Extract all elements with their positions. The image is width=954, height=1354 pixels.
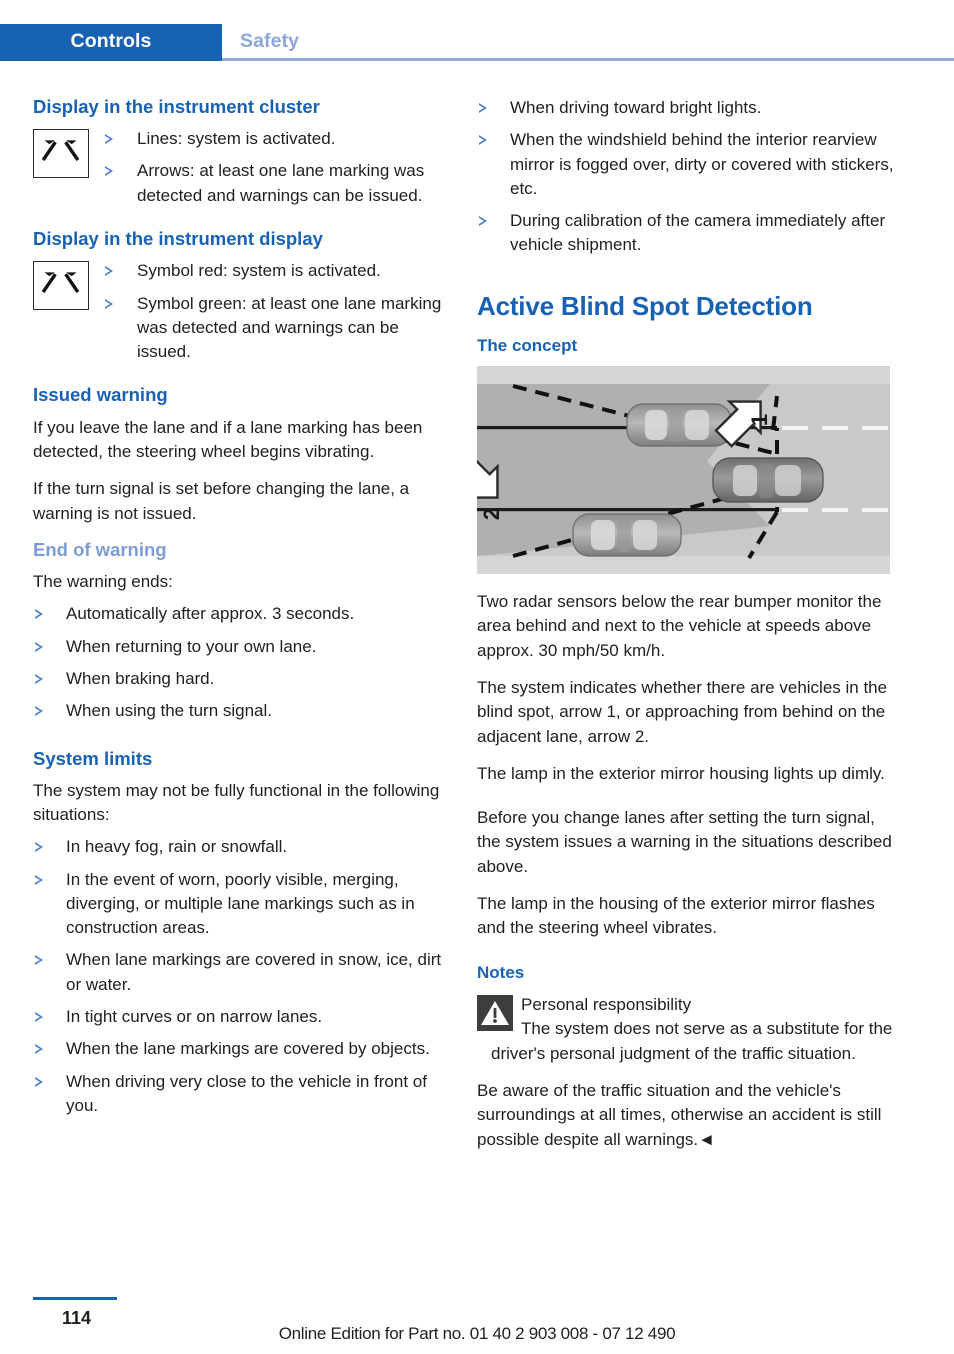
triangle-bullet-icon xyxy=(35,874,43,885)
list-item-text: Lines: system is activated. xyxy=(137,129,336,149)
list-item: When driving very close to the vehicle i… xyxy=(33,1070,453,1119)
lane-departure-symbol-icon xyxy=(33,129,89,179)
concept-paragraph-5: The lamp in the housing of the exterior … xyxy=(477,894,875,938)
instrument-display-icon-block: Symbol red: system is activated. Symbol … xyxy=(33,259,453,364)
list-item-text: Symbol red: system is activated. xyxy=(137,261,381,281)
triangle-bullet-icon xyxy=(35,1012,43,1023)
list-item: Arrows: at least one lane marking was de… xyxy=(99,159,453,208)
list-item: In heavy fog, rain or snowfall. xyxy=(33,835,453,859)
tab-controls-label: Controls xyxy=(70,29,152,52)
triangle-bullet-icon xyxy=(105,166,113,177)
triangle-bullet-icon xyxy=(35,955,43,966)
instrument-cluster-icon-block: Lines: system is activated. Arrows: at l… xyxy=(33,127,453,208)
list-item: When braking hard. xyxy=(33,667,453,691)
figure-callout-1: 1 xyxy=(747,414,772,426)
triangle-bullet-icon xyxy=(479,103,487,113)
tab-active-underline xyxy=(0,58,222,61)
tab-controls[interactable]: Controls xyxy=(0,24,222,60)
triangle-bullet-icon xyxy=(105,266,113,277)
footer-note: Online Edition for Part no. 01 40 2 903 … xyxy=(278,1324,676,1343)
tab-safety-label: Safety xyxy=(240,29,300,52)
heading-issued-warning: Issued warning xyxy=(33,384,168,406)
issued-warning-paragraph-1: If you leave the lane and if a lane mark… xyxy=(33,417,423,461)
triangle-bullet-icon xyxy=(479,135,487,146)
list-item: When driving toward bright lights. xyxy=(477,96,897,120)
list-item-text: When lane markings are covered in snow, … xyxy=(66,950,442,994)
left-column: Display in the instrument cluster Lines:… xyxy=(33,96,453,1131)
list-item-text: When returning to your own lane. xyxy=(66,636,317,656)
triangle-bullet-icon xyxy=(35,609,43,620)
figure-callout-2: 2 xyxy=(479,508,504,520)
list-item-text: When driving toward bright lights. xyxy=(510,98,762,117)
list-item: When the lane markings are covered by ob… xyxy=(33,1037,453,1061)
heading-the-concept: The concept xyxy=(477,335,578,355)
triangle-bullet-icon xyxy=(35,706,43,717)
list-item-text: When driving very close to the vehicle i… xyxy=(66,1071,427,1115)
instrument-cluster-bullets: Lines: system is activated. Arrows: at l… xyxy=(99,127,453,208)
heading-display-instrument-display: Display in the instrument display xyxy=(33,228,323,250)
heading-notes: Notes xyxy=(477,962,525,982)
footer-rule xyxy=(33,1297,117,1300)
lane-departure-symbol-icon xyxy=(33,261,89,311)
list-item: When the windshield behind the interior … xyxy=(477,128,897,201)
list-item: In the event of worn, poorly visible, me… xyxy=(33,868,453,941)
warning-triangle-icon xyxy=(477,995,513,1032)
list-item-text: During calibration of the camera immedia… xyxy=(510,211,886,255)
list-item-text: Symbol green: at least one lane marking … xyxy=(137,293,442,362)
triangle-bullet-icon xyxy=(35,673,43,684)
list-item: Lines: system is activated. xyxy=(99,127,453,151)
issued-warning-paragraph-2: If the turn signal is set before changin… xyxy=(33,479,410,523)
concept-paragraph-3: The lamp in the exterior mirror housing … xyxy=(477,763,885,783)
end-of-warning-intro: The warning ends: xyxy=(33,572,173,592)
right-column: When driving toward bright lights. When … xyxy=(477,96,897,1165)
list-item-text: Automatically after approx. 3 seconds. xyxy=(66,604,355,624)
triangle-bullet-icon xyxy=(35,842,43,853)
triangle-bullet-icon xyxy=(479,216,487,227)
chapter-tabbar: Controls Safety xyxy=(0,24,954,60)
system-limits-continued-bullets: When driving toward bright lights. When … xyxy=(477,96,897,258)
triangle-bullet-icon xyxy=(35,1076,43,1087)
blind-spot-detection-illustration: 1 2 xyxy=(477,366,890,575)
end-of-warning-bullets: Automatically after approx. 3 seconds. W… xyxy=(33,602,453,723)
list-item: When using the turn signal. xyxy=(33,699,453,723)
list-item-text: When using the turn signal. xyxy=(66,701,273,721)
list-item-text: When braking hard. xyxy=(66,668,215,688)
system-limits-bullets: In heavy fog, rain or snowfall. In the e… xyxy=(33,835,453,1118)
concept-paragraph-2: The system indicates whether there are v… xyxy=(477,677,888,746)
list-item-text: When the lane markings are covered by ob… xyxy=(66,1039,430,1059)
triangle-bullet-icon xyxy=(35,641,43,652)
concept-paragraph-1: Two radar sensors below the rear bumper … xyxy=(477,592,882,660)
list-item-text: In tight curves or on narrow lanes. xyxy=(66,1007,323,1027)
list-item: In tight curves or on narrow lanes. xyxy=(33,1005,453,1029)
instrument-display-bullets: Symbol red: system is activated. Symbol … xyxy=(99,259,453,364)
warning-body: The system does not serve as a substitut… xyxy=(491,1019,893,1063)
concept-paragraph-4: Before you change lanes after setting th… xyxy=(477,808,892,876)
warning-title: Personal responsibility xyxy=(521,995,692,1015)
list-item: When returning to your own lane. xyxy=(33,635,453,659)
heading-end-of-warning: End of warning xyxy=(33,538,167,560)
triangle-bullet-icon xyxy=(35,1044,43,1055)
warning-body-2: Be aware of the traffic situation and th… xyxy=(477,1080,882,1149)
header-rule xyxy=(222,58,954,61)
list-item: When lane markings are covered in snow, … xyxy=(33,948,453,997)
list-item-text: In heavy fog, rain or snowfall. xyxy=(66,837,288,857)
list-item-text: In the event of worn, poorly visible, me… xyxy=(66,869,415,938)
list-item: Automatically after approx. 3 seconds. xyxy=(33,602,453,626)
page-title: Active Blind Spot Detection xyxy=(477,290,813,321)
heading-system-limits: System limits xyxy=(33,747,153,769)
list-item-text: When the windshield behind the interior … xyxy=(510,130,894,198)
system-limits-intro: The system may not be fully functional i… xyxy=(33,780,440,824)
triangle-bullet-icon xyxy=(105,298,113,309)
list-item-text: Arrows: at least one lane marking was de… xyxy=(137,161,425,205)
personal-responsibility-warning: Personal responsibility The system does … xyxy=(477,993,897,1152)
list-item: Symbol green: at least one lane marking … xyxy=(99,292,453,365)
list-item: Symbol red: system is activated. xyxy=(99,259,453,283)
list-item: During calibration of the camera immedia… xyxy=(477,209,897,258)
heading-display-instrument-cluster: Display in the instrument cluster xyxy=(33,96,320,117)
tab-safety[interactable]: Safety xyxy=(222,24,317,60)
triangle-bullet-icon xyxy=(105,134,113,145)
